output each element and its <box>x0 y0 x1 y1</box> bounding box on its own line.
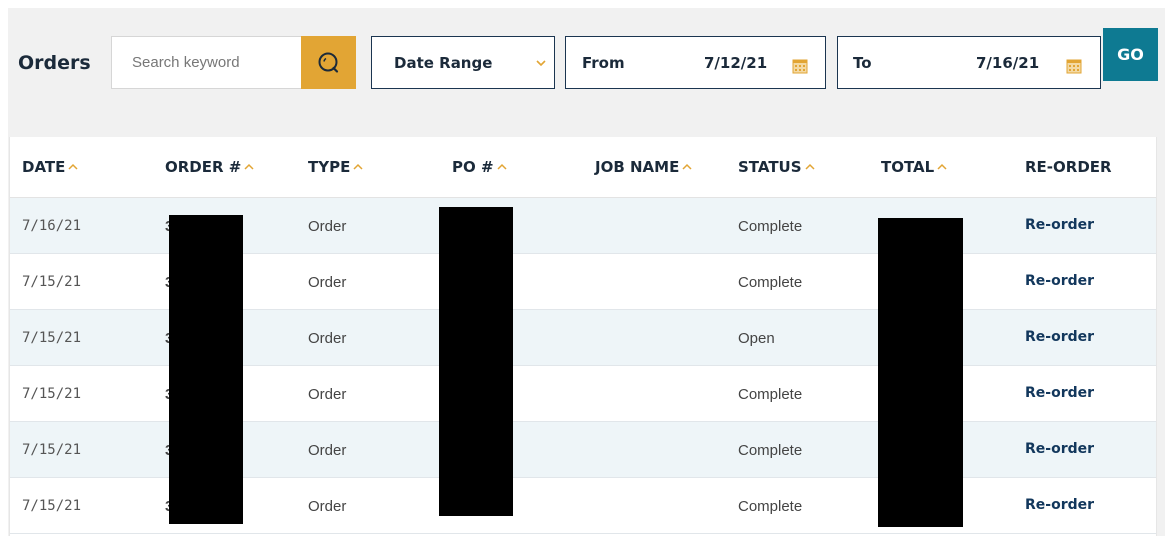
column-header-status[interactable]: STATUS <box>738 158 815 176</box>
table-header: DATE ORDER # TYPE PO # JOB NAME STATUS T… <box>10 137 1156 198</box>
search-box <box>111 36 356 89</box>
column-header-reorder: RE-ORDER <box>1025 158 1112 176</box>
column-header-job-name[interactable]: JOB NAME <box>595 158 692 176</box>
to-date-field[interactable]: To 7/16/21 <box>837 36 1101 89</box>
calendar-icon[interactable] <box>792 58 808 74</box>
column-header-po[interactable]: PO # <box>452 158 507 176</box>
column-header-date[interactable]: DATE <box>22 158 78 176</box>
date-range-label: Date Range <box>394 54 493 72</box>
cell-type: Order <box>308 274 347 291</box>
go-button[interactable]: GO <box>1103 28 1158 81</box>
cell-type: Order <box>308 498 347 515</box>
calendar-icon[interactable] <box>1066 58 1082 74</box>
cell-status: Complete <box>738 498 803 515</box>
cell-type: Order <box>308 442 347 459</box>
column-header-order[interactable]: ORDER # <box>165 158 254 176</box>
cell-status: Complete <box>738 218 803 235</box>
date-range-select[interactable]: Date Range <box>371 36 555 89</box>
from-date-value: 7/12/21 <box>704 54 768 72</box>
reorder-link[interactable]: Re-order <box>1025 441 1094 457</box>
to-label: To <box>853 54 872 72</box>
orders-page: Orders Date Range From 7/12/21 <box>0 0 1165 536</box>
column-header-type[interactable]: TYPE <box>308 158 363 176</box>
cell-date: 7/15/21 <box>22 274 82 290</box>
search-input[interactable] <box>112 37 300 88</box>
cell-status: Complete <box>738 442 803 459</box>
chevron-down-icon <box>536 60 546 67</box>
cell-type: Order <box>308 218 347 235</box>
sort-chevron-icon <box>682 163 692 170</box>
reorder-link[interactable]: Re-order <box>1025 329 1094 345</box>
cell-status: Complete <box>738 274 803 291</box>
cell-date: 7/15/21 <box>22 330 82 346</box>
from-date-field[interactable]: From 7/12/21 <box>565 36 826 89</box>
from-label: From <box>582 54 625 72</box>
reorder-link[interactable]: Re-order <box>1025 273 1094 289</box>
sort-chevron-icon <box>937 163 947 170</box>
cell-date: 7/15/21 <box>22 498 82 514</box>
sort-chevron-icon <box>68 163 78 170</box>
column-header-total[interactable]: TOTAL <box>881 158 947 176</box>
cell-date: 7/15/21 <box>22 442 82 458</box>
cell-status: Complete <box>738 386 803 403</box>
reorder-link[interactable]: Re-order <box>1025 217 1094 233</box>
redaction-total <box>878 218 963 527</box>
sort-chevron-icon <box>353 163 363 170</box>
search-icon <box>318 52 338 73</box>
sort-chevron-icon <box>244 163 254 170</box>
sort-chevron-icon <box>497 163 507 170</box>
cell-date: 7/16/21 <box>22 218 82 234</box>
cell-status: Open <box>738 330 775 347</box>
cell-type: Order <box>308 386 347 403</box>
redaction-po-number <box>439 207 513 516</box>
cell-type: Order <box>308 330 347 347</box>
reorder-link[interactable]: Re-order <box>1025 497 1094 513</box>
sort-chevron-icon <box>805 163 815 170</box>
search-button[interactable] <box>301 36 356 89</box>
cell-date: 7/15/21 <box>22 386 82 402</box>
to-date-value: 7/16/21 <box>976 54 1040 72</box>
redaction-order-number <box>169 215 243 524</box>
page-title: Orders <box>18 52 91 74</box>
reorder-link[interactable]: Re-order <box>1025 385 1094 401</box>
